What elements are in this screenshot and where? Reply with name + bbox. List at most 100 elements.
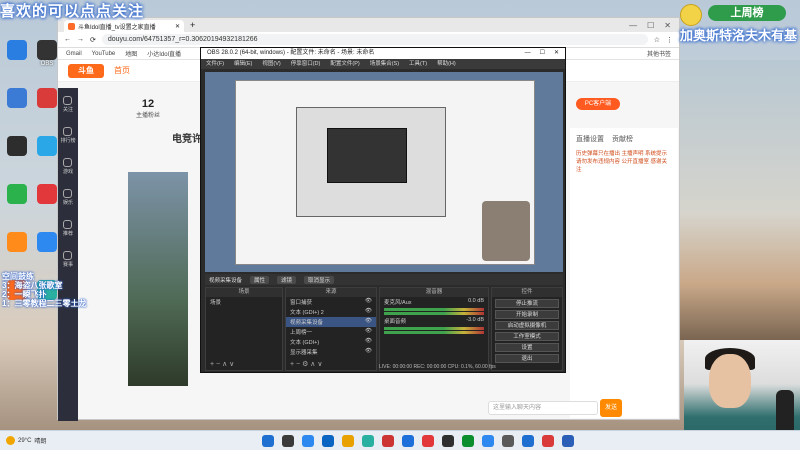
- volume-slider[interactable]: [384, 312, 484, 315]
- obs-menu-item[interactable]: 编辑(E): [234, 59, 252, 69]
- pc-client-button[interactable]: PC客户端: [576, 98, 620, 110]
- source-item[interactable]: 文本 (GDI+) 2 👁: [286, 307, 376, 317]
- obs-menu-item[interactable]: 帮助(H): [437, 59, 456, 69]
- sidebar-item[interactable]: 推荐: [63, 220, 73, 237]
- eye-lock-icon[interactable]: 👁: [365, 348, 372, 356]
- obs-control-button[interactable]: 停止推流: [495, 299, 559, 308]
- taskbar-app-icon[interactable]: [382, 435, 394, 447]
- desktop-icon[interactable]: [2, 232, 32, 253]
- forward-icon[interactable]: →: [77, 36, 84, 43]
- menu-icon[interactable]: ⋮: [666, 36, 673, 44]
- taskbar-app-icon[interactable]: [282, 435, 294, 447]
- taskbar-app-icon[interactable]: [482, 435, 494, 447]
- send-button[interactable]: 发送: [600, 399, 622, 417]
- source-item[interactable]: 文本 (GDI+) 👁: [286, 337, 376, 347]
- scenes-dock-controls[interactable]: + − ∧ ∨: [210, 360, 234, 368]
- volume-slider[interactable]: [384, 331, 484, 334]
- obs-menu-item[interactable]: 配置文件(P): [330, 59, 359, 69]
- taskbar-app-icon[interactable]: [422, 435, 434, 447]
- obs-maximize-icon[interactable]: ☐: [540, 48, 545, 59]
- obs-menu-item[interactable]: 文件(F): [206, 59, 224, 69]
- source-toolbar-item[interactable]: 属性: [250, 275, 270, 284]
- taskbar-app-icon[interactable]: [542, 435, 554, 447]
- taskbar-app-icon[interactable]: [522, 435, 534, 447]
- obs-close-icon[interactable]: ✕: [554, 48, 559, 59]
- webcam-face: [709, 354, 751, 408]
- chat-panel-tab[interactable]: 直播设置: [576, 134, 604, 144]
- source-item[interactable]: 显示器采集 👁: [286, 347, 376, 357]
- eye-lock-icon[interactable]: 👁: [365, 318, 372, 326]
- new-tab-button[interactable]: +: [190, 20, 195, 30]
- close-icon[interactable]: ✕: [664, 21, 671, 30]
- source-toolbar-item[interactable]: 取消显示: [304, 275, 335, 284]
- chat-panel-tab[interactable]: 贡献榜: [612, 134, 633, 144]
- scene-item[interactable]: 场景: [206, 297, 282, 307]
- sidebar-item[interactable]: 游戏: [63, 158, 73, 175]
- taskbar-app-icon[interactable]: [342, 435, 354, 447]
- minimize-icon[interactable]: —: [629, 21, 637, 30]
- obs-minimize-icon[interactable]: —: [525, 48, 531, 59]
- obs-control-button[interactable]: 设置: [495, 343, 559, 352]
- obs-menu-item[interactable]: 停靠窗口(D): [291, 59, 321, 69]
- taskbar-app-icon[interactable]: [442, 435, 454, 447]
- sidebar-item[interactable]: 赛事: [63, 251, 73, 268]
- sidebar-item[interactable]: 关注: [63, 96, 73, 113]
- browser-tab[interactable]: 斗鱼Idol直播_tv设置之家直播 ✕: [64, 20, 184, 32]
- sources-dock-controls[interactable]: + − ⚙ ∧ ∨: [290, 360, 322, 368]
- desktop-icon[interactable]: [2, 184, 32, 205]
- star-icon[interactable]: ☆: [654, 36, 660, 44]
- bookmark-item[interactable]: 小达Idol直播: [147, 49, 181, 58]
- obs-menu-item[interactable]: 场景集合(S): [370, 59, 399, 69]
- obs-window: OBS 28.0.2 (64-bit, windows) - 配置文件: 未命名…: [200, 47, 566, 373]
- follow-box[interactable]: 12 主播粉丝: [128, 98, 168, 138]
- bookmark-item[interactable]: 地图: [125, 49, 137, 58]
- taskbar-app-icon[interactable]: [562, 435, 574, 447]
- taskbar-app-icon[interactable]: [462, 435, 474, 447]
- taskbar-app-icon[interactable]: [402, 435, 414, 447]
- obs-menu-item[interactable]: 视图(V): [262, 59, 280, 69]
- maximize-icon[interactable]: ☐: [647, 21, 654, 30]
- sidebar-item[interactable]: 娱乐: [63, 189, 73, 206]
- eye-lock-icon[interactable]: 👁: [365, 298, 372, 306]
- source-item[interactable]: 视频采集设备 👁: [286, 317, 376, 327]
- source-item[interactable]: 上周榜一 👁: [286, 327, 376, 337]
- stream-video[interactable]: [128, 172, 188, 386]
- obs-control-button[interactable]: 退出: [495, 354, 559, 363]
- bookmark-item[interactable]: Gmail: [66, 51, 82, 57]
- taskbar-app-icon[interactable]: [302, 435, 314, 447]
- nav-home-link[interactable]: 首页: [114, 65, 130, 76]
- eye-lock-icon[interactable]: 👁: [365, 308, 372, 316]
- controls-header: 控件: [492, 288, 562, 297]
- obs-control-button[interactable]: 工作室模式: [495, 332, 559, 341]
- site-logo[interactable]: 斗鱼: [68, 63, 104, 78]
- taskbar-app-icon[interactable]: [322, 435, 334, 447]
- source-name: 窗口捕获: [290, 300, 313, 306]
- desktop-icon[interactable]: [2, 88, 32, 109]
- obs-control-button[interactable]: 启动虚拟摄像机: [495, 321, 559, 330]
- chat-input[interactable]: 这里输入聊天内容: [488, 401, 598, 415]
- desktop-icon[interactable]: [2, 136, 32, 157]
- eye-lock-icon[interactable]: 👁: [365, 338, 372, 346]
- source-toolbar-item[interactable]: 滤镜: [277, 275, 297, 284]
- bookmark-other[interactable]: 其他书签: [647, 49, 671, 58]
- sidebar-item[interactable]: 排行榜: [60, 127, 76, 144]
- close-tab-icon[interactable]: ✕: [175, 23, 180, 30]
- obs-control-button[interactable]: 开始录制: [495, 310, 559, 319]
- url-input[interactable]: douyu.com/64751357_r=0.30620194932181266: [101, 34, 648, 45]
- app-icon: [37, 40, 57, 60]
- taskbar-app-icon[interactable]: [362, 435, 374, 447]
- eye-lock-icon[interactable]: 👁: [365, 328, 372, 336]
- obs-menu-item[interactable]: 工具(T): [409, 59, 427, 69]
- back-icon[interactable]: ←: [64, 36, 71, 43]
- chat-panel: 直播设置 贡献榜 历史弹幕只在播出 主播声明 系统提示 请勿发布违规内容 公开直播…: [570, 128, 678, 418]
- bookmark-item[interactable]: YouTube: [92, 51, 116, 57]
- sun-icon: [6, 436, 15, 445]
- taskbar-app-icon[interactable]: [502, 435, 514, 447]
- obs-preview[interactable]: [205, 72, 563, 272]
- desktop-icon[interactable]: [2, 40, 32, 61]
- reload-icon[interactable]: ⟳: [90, 36, 96, 44]
- taskbar-app-icon[interactable]: [262, 435, 274, 447]
- weather-widget[interactable]: 29°C 晴朗: [6, 436, 46, 445]
- ranking-entry: 空间鼓练: [2, 272, 34, 281]
- source-item[interactable]: 窗口捕获 👁: [286, 297, 376, 307]
